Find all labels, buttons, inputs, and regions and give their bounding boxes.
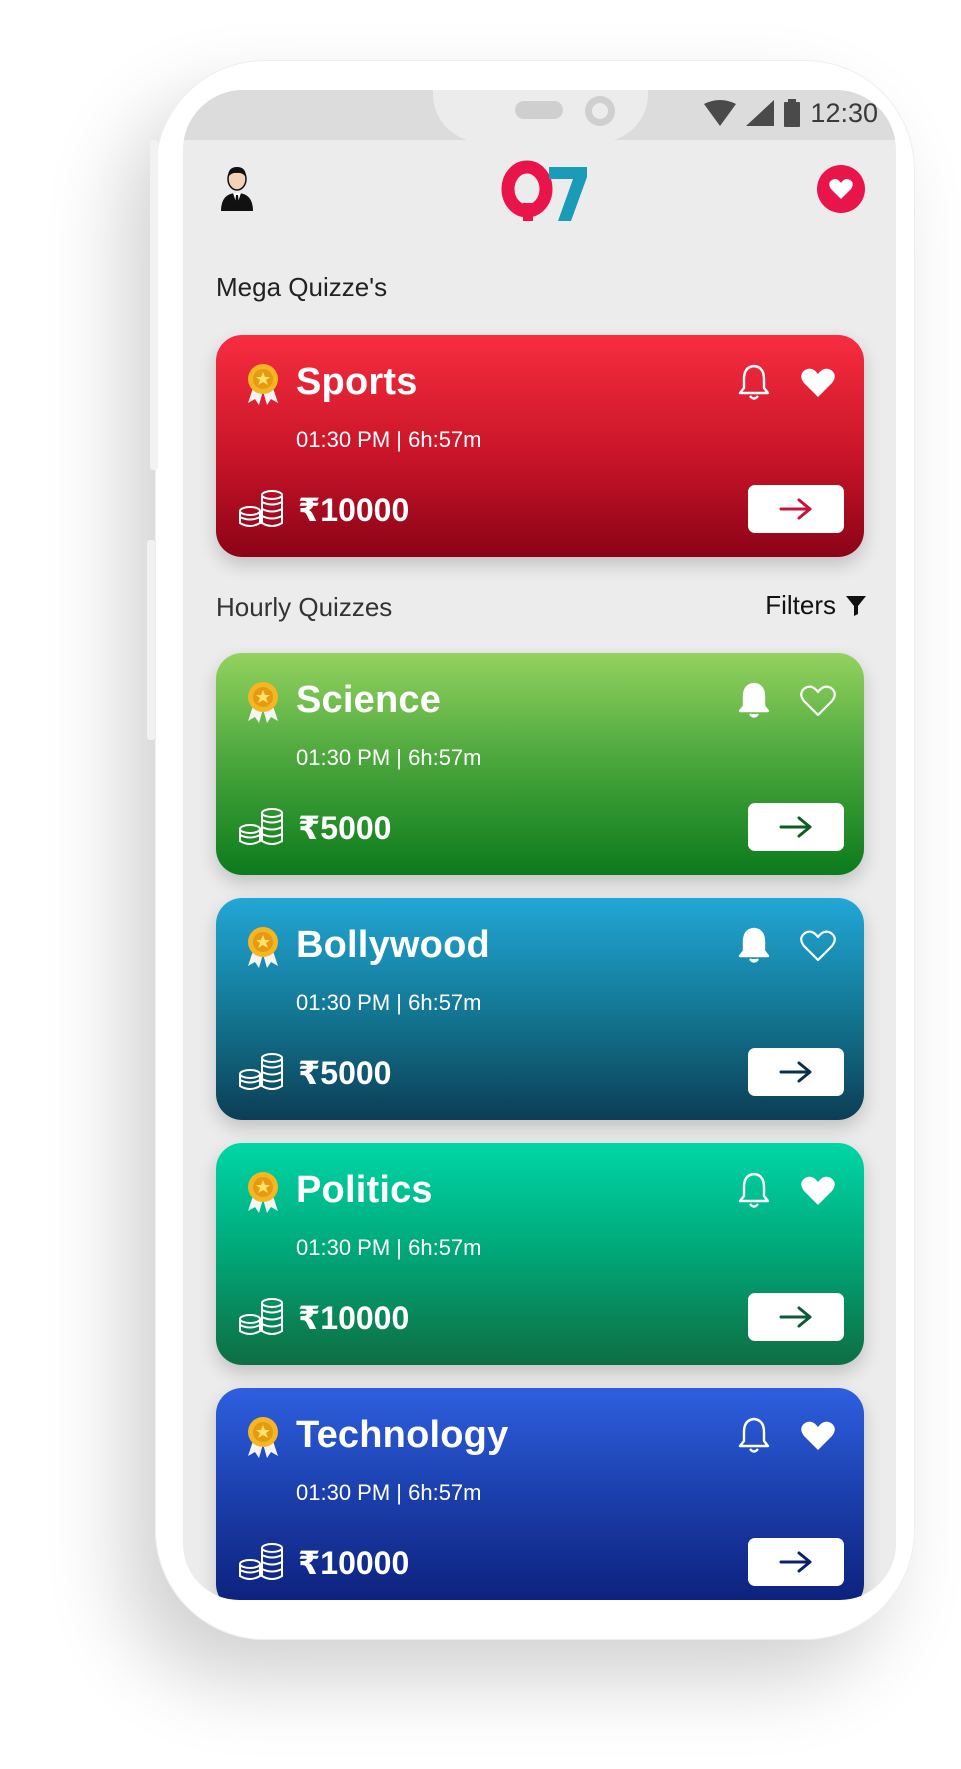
start-quiz-button[interactable] — [748, 485, 844, 533]
heart-icon[interactable] — [800, 930, 836, 962]
heart-icon[interactable] — [800, 367, 836, 399]
start-quiz-button[interactable] — [748, 1048, 844, 1096]
quiz-name: Sports — [296, 361, 418, 403]
medal-icon — [248, 682, 278, 723]
medal-icon — [248, 364, 278, 405]
wifi-icon — [704, 100, 737, 126]
quiz-name: Science — [296, 679, 442, 721]
quiz-card[interactable]: Science 01:30 PM | 6h:57m ₹5000 — [216, 653, 864, 875]
medal-icon — [248, 1417, 278, 1458]
arrow-right-icon — [779, 1551, 812, 1573]
coins-icon — [239, 1053, 283, 1090]
status-icons: 12:30 — [704, 96, 878, 130]
app-header — [183, 145, 896, 235]
signal-icon — [746, 100, 775, 126]
quiz-prize: ₹5000 — [298, 810, 392, 846]
section-title-hourly: Hourly Quizzes — [216, 592, 393, 622]
quiz-name: Bollywood — [296, 924, 490, 966]
phone-side-button — [147, 540, 155, 740]
mockup-stage: 12:30 Mega Quizze's Hourly Quizzes Filte… — [0, 0, 961, 1769]
heart-icon[interactable] — [800, 685, 836, 717]
bell-icon[interactable] — [736, 363, 772, 401]
quiz-time: 01:30 PM | 6h:57m — [296, 1235, 482, 1260]
quiz-time: 01:30 PM | 6h:57m — [296, 1480, 482, 1505]
quiz-card[interactable]: Bollywood 01:30 PM | 6h:57m ₹5000 — [216, 898, 864, 1120]
quiz-card[interactable]: Technology 01:30 PM | 6h:57m ₹10000 — [216, 1388, 864, 1600]
coins-icon — [239, 808, 283, 845]
bell-icon[interactable] — [736, 681, 772, 719]
notch-camera — [585, 96, 615, 126]
coins-icon — [239, 490, 283, 527]
quiz-time: 01:30 PM | 6h:57m — [296, 990, 482, 1015]
filter-icon — [846, 595, 866, 616]
arrow-right-icon — [779, 1306, 812, 1328]
battery-icon — [784, 99, 801, 127]
quiz-card[interactable]: Sports 01:30 PM | 6h:57m ₹10000 — [216, 335, 864, 557]
quiz-name: Technology — [296, 1414, 509, 1456]
phone-screen: 12:30 Mega Quizze's Hourly Quizzes Filte… — [183, 90, 896, 1600]
quiz-prize: ₹10000 — [298, 1300, 410, 1336]
status-time: 12:30 — [810, 97, 878, 128]
filters-label: Filters — [765, 590, 836, 620]
quiz-time: 01:30 PM | 6h:57m — [296, 745, 482, 770]
start-quiz-button[interactable] — [748, 803, 844, 851]
medal-icon — [248, 927, 278, 968]
filters-button[interactable]: Filters — [765, 590, 866, 621]
arrow-right-icon — [779, 816, 812, 838]
coins-icon — [239, 1543, 283, 1580]
arrow-right-icon — [779, 498, 812, 520]
arrow-right-icon — [779, 1061, 812, 1083]
bell-icon[interactable] — [736, 1171, 772, 1209]
heart-icon[interactable] — [800, 1420, 836, 1452]
quiz-card[interactable]: Politics 01:30 PM | 6h:57m ₹10000 — [216, 1143, 864, 1365]
phone-side-button — [150, 140, 158, 470]
notch-speaker — [515, 101, 563, 119]
quiz-prize: ₹10000 — [298, 492, 410, 528]
favorites-button[interactable] — [817, 165, 865, 213]
heart-icon — [829, 179, 853, 199]
section-title-mega: Mega Quizze's — [216, 272, 388, 302]
start-quiz-button[interactable] — [748, 1538, 844, 1586]
status-bar: 12:30 — [183, 90, 896, 142]
bell-icon[interactable] — [736, 1416, 772, 1454]
bell-icon[interactable] — [736, 926, 772, 964]
profile-avatar-icon[interactable] — [219, 165, 255, 213]
q7-logo — [501, 160, 587, 221]
quiz-name: Politics — [296, 1169, 433, 1211]
quiz-prize: ₹10000 — [298, 1545, 410, 1581]
coins-icon — [239, 1298, 283, 1335]
quiz-time: 01:30 PM | 6h:57m — [296, 427, 482, 452]
quiz-prize: ₹5000 — [298, 1055, 392, 1091]
start-quiz-button[interactable] — [748, 1293, 844, 1341]
medal-icon — [248, 1172, 278, 1213]
heart-icon[interactable] — [800, 1175, 836, 1207]
